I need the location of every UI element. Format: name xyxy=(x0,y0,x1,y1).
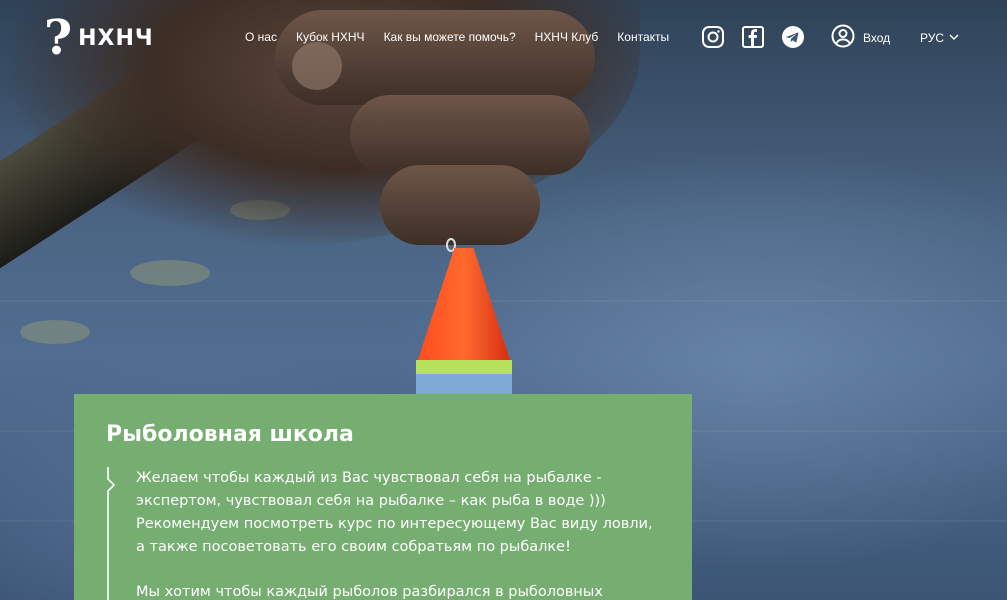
card-paragraph-2: Мы хотим чтобы каждый рыболов разбирался… xyxy=(136,584,603,600)
chevron-down-icon xyxy=(948,31,960,45)
language-label: РУС xyxy=(920,31,945,45)
main-navigation: О нас Кубок НХНЧ Как вы можете помочь? Н… xyxy=(245,30,688,44)
site-header: ? НХНЧ О нас Кубок НХНЧ Как вы можете по… xyxy=(0,0,1007,76)
nav-link-cup[interactable]: Кубок НХНЧ xyxy=(296,30,365,44)
card-title: Рыболовная школа xyxy=(106,422,354,447)
nav-link-about[interactable]: О нас xyxy=(245,30,277,44)
telegram-icon[interactable] xyxy=(780,24,806,50)
quote-bracket-icon xyxy=(107,467,116,600)
logo-mark: ? xyxy=(44,10,73,66)
logo-text: НХНЧ xyxy=(78,25,154,51)
facebook-icon[interactable] xyxy=(740,24,766,50)
nav-link-contacts[interactable]: Контакты xyxy=(617,30,669,44)
site-logo[interactable]: ? НХНЧ xyxy=(44,12,154,64)
login-button[interactable]: Вход xyxy=(831,24,890,51)
instagram-icon[interactable] xyxy=(700,24,726,50)
social-links xyxy=(700,24,806,50)
card-body: Желаем чтобы каждый из Вас чувствовал се… xyxy=(106,467,660,600)
nav-link-club[interactable]: НХНЧ Клуб xyxy=(535,30,599,44)
fishing-float-image xyxy=(416,248,512,396)
card-paragraph-1: Желаем чтобы каждый из Вас чувствовал се… xyxy=(136,470,653,555)
login-label: Вход xyxy=(863,30,891,45)
nav-link-help[interactable]: Как вы можете помочь? xyxy=(384,30,516,44)
fishing-school-card: Рыболовная школа Желаем чтобы каждый из … xyxy=(74,394,692,600)
user-icon xyxy=(831,24,855,51)
language-selector[interactable]: РУС xyxy=(920,31,960,45)
